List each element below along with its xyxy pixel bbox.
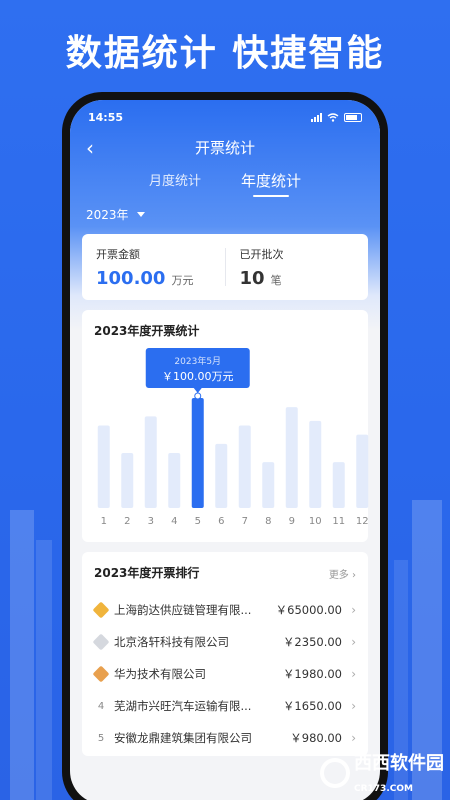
chevron-right-icon: › [351,667,356,681]
status-bar: 14:55 [88,110,362,124]
chart-bar[interactable] [144,416,157,508]
chevron-right-icon: › [351,603,356,617]
back-arrow-icon[interactable]: ‹ [86,136,94,160]
status-icons [311,112,362,122]
ranking-row[interactable]: 华为技术有限公司 ￥1980.00 › [92,658,356,690]
x-tick-label: 4 [171,516,177,527]
batches-summary: 已开批次 10 笔 [226,246,369,289]
chevron-right-icon: › [351,635,356,649]
invoice-amount: ￥65000.00 [275,603,342,617]
rank-number: 5 [97,732,105,744]
x-tick-label: 3 [148,516,154,527]
x-tick-label: 5 [195,516,201,527]
ranking-row[interactable]: 5 安徽龙鼎建筑集团有限公司 ￥980.00 › [94,722,356,754]
bar-chart: 1 2 3 4 5 6 7 8 9 10 11 122023年5月￥100.00万元 [97,348,369,527]
ranking-title: 2023年度开票排行 [94,566,200,580]
x-tick-label: 9 [289,516,295,527]
year-dropdown[interactable]: 2023年 [86,206,145,223]
x-tick-label: 10 [309,516,322,527]
tab-yearly[interactable]: 年度统计 [241,170,301,197]
year-dropdown-value: 2023年 [86,208,129,222]
watermark: 西西软件园 CR173.COM [320,749,444,796]
amount-label: 开票金额 [96,247,140,261]
chart-bar[interactable] [121,453,134,508]
batches-value: 10 [239,267,265,289]
batches-label: 已开批次 [239,247,284,261]
ranking-card: 2023年度开票排行 更多 › 上海韵达供应链管理有限... ￥65000.00 ›… [82,552,368,756]
medal-icon [92,601,110,619]
x-tick-label: 2 [124,516,130,527]
ranking-row[interactable]: 4 芜湖市兴旺汽车运输有限... ￥1650.00 › [94,690,356,722]
chart-bar[interactable] [168,453,181,508]
more-label: 更多 [328,570,349,581]
x-tick-label: 1 [101,516,107,527]
tooltip-text: 2023年5月 [174,355,221,367]
amount-summary: 开票金额 100.00 万元 [82,246,225,289]
company-name: 芜湖市兴旺汽车运输有限... [114,699,252,713]
chart-bar[interactable] [356,434,369,508]
summary-card: 开票金额 100.00 万元 已开批次 10 笔 [82,234,368,300]
promo-headline: 数据统计 快捷智能 [65,33,385,74]
watermark-logo-icon [320,757,350,788]
watermark-brand: 西西软件园 [354,753,444,774]
chevron-right-icon: › [351,699,356,713]
battery-icon [344,112,362,122]
chart-bar[interactable] [191,398,204,508]
medal-icon [92,665,110,683]
background-bar [10,510,34,800]
watermark-site: CR173.COM [354,784,413,794]
x-tick-label: 7 [242,516,248,527]
chart-bar[interactable] [309,420,322,508]
company-name: 华为技术有限公司 [114,667,206,681]
company-name: 安徽龙鼎建筑集团有限公司 [114,731,252,745]
ranking-row[interactable]: 上海韵达供应链管理有限... ￥65000.00 › [92,594,356,626]
background-bar [36,540,52,800]
phone-frame: 14:55 ‹ 开票统计 月度统计 年度统计 2023年 开票金额 100.00… [62,92,388,800]
chevron-right-icon: › [352,570,356,581]
medal-icon [92,633,110,651]
company-name: 北京洛轩科技有限公司 [114,635,229,649]
chart-bar[interactable] [97,425,110,509]
invoice-amount: ￥1650.00 [282,699,342,713]
chart-bar[interactable] [285,407,298,508]
signal-icon [311,112,322,122]
tab-bar: 月度统计 年度统计 [70,170,380,197]
more-link[interactable]: 更多 › [329,566,356,581]
x-tick-label: 11 [332,516,345,527]
ranking-row[interactable]: 北京洛轩科技有限公司 ￥2350.00 › [92,626,356,658]
chart-bar[interactable] [332,462,345,508]
page-title: 开票统计 [194,138,255,157]
invoice-amount: ￥1980.00 [282,667,342,681]
amount-value: 100.00 [96,267,166,289]
x-tick-label: 12 [356,516,369,527]
chart-bar[interactable] [262,462,275,508]
amount-unit: 万元 [171,273,194,287]
company-name: 上海韵达供应链管理有限... [114,603,252,617]
tooltip-arrow [193,388,202,393]
status-time: 14:55 [88,110,124,124]
tooltip-text: ￥100.00万元 [162,370,234,383]
invoice-amount: ￥980.00 [290,731,342,745]
chart-bar[interactable] [238,425,251,509]
x-tick-label: 8 [265,516,271,527]
x-tick-label: 6 [218,516,224,527]
ranking-list: 上海韵达供应链管理有限... ￥65000.00 › 北京洛轩科技有限公司 ￥2350.… [92,594,356,754]
chevron-right-icon: › [351,731,356,745]
chart-card: 2023年度开票统计 1 2 3 4 5 6 7 8 9 10 11 12 2023年5月 ￥100.00… [82,310,369,542]
invoice-amount: ￥2350.00 [282,635,342,649]
chart-bar[interactable] [215,443,228,508]
app-screen: 14:55 ‹ 开票统计 月度统计 年度统计 2023年 开票金额 100.00… [70,100,380,800]
wifi-icon [327,112,339,122]
nav-bar: ‹ 开票统计 [70,132,380,162]
rank-number: 4 [97,700,105,712]
batches-unit: 笔 [270,273,282,287]
tab-monthly[interactable]: 月度统计 [149,170,201,197]
caret-down-icon [136,212,145,217]
tooltip-dot [194,392,202,400]
